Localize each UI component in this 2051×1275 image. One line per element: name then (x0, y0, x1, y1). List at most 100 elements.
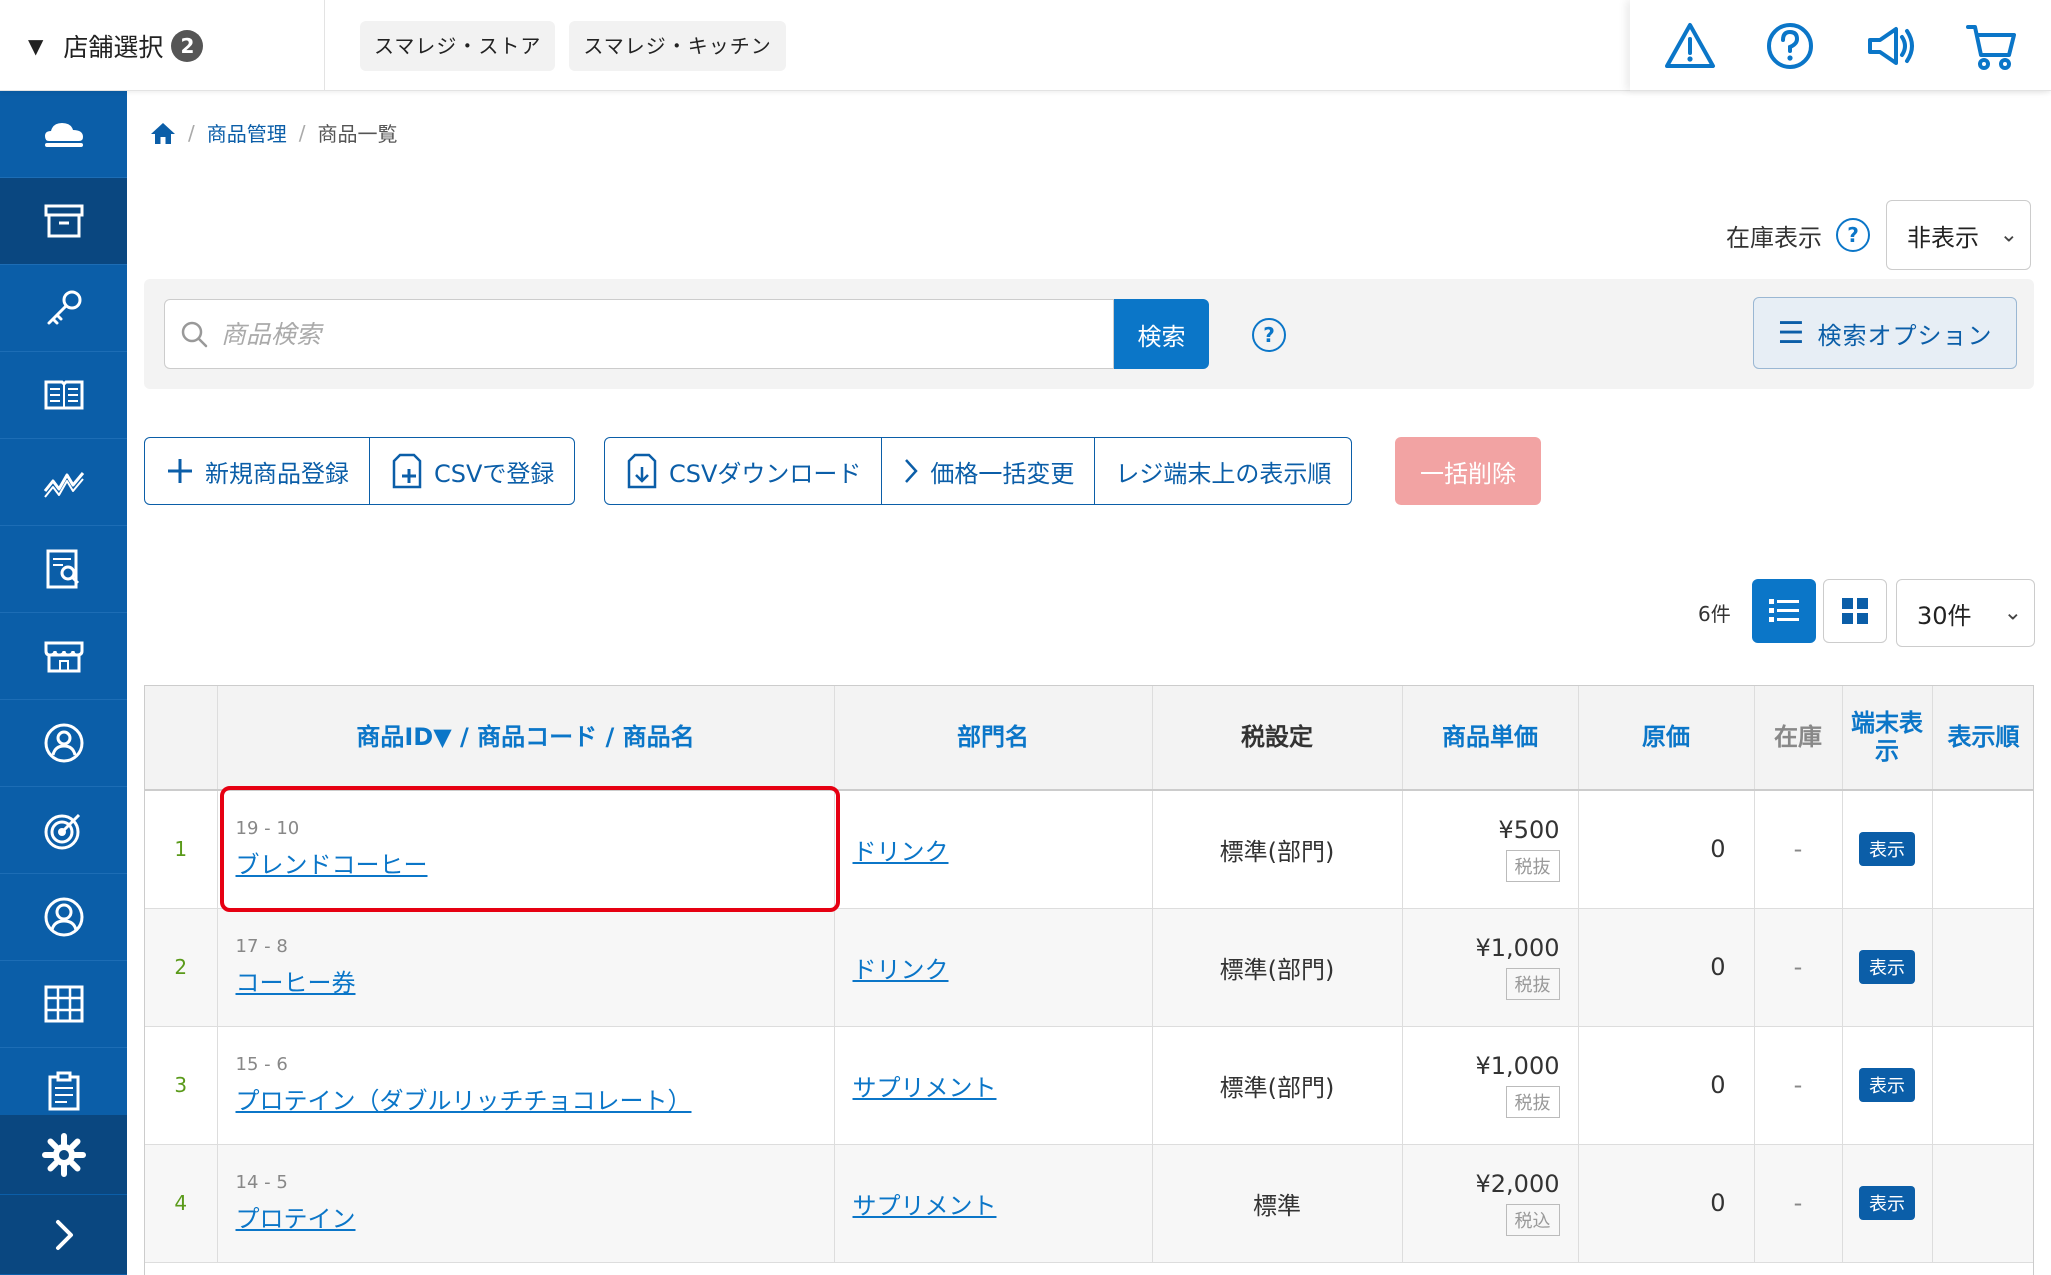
store-tab-kitchen[interactable]: スマレジ・キッチン (569, 21, 786, 71)
sidebar-item-staff[interactable] (0, 700, 127, 787)
sidebar-item-key[interactable] (0, 265, 127, 352)
sidebar-item-cloud[interactable] (0, 91, 127, 178)
cost-value: 0 (1578, 1144, 1755, 1263)
row-number: 3 (145, 1026, 218, 1145)
page-size-value: 30件 (1917, 601, 1972, 630)
header-order[interactable]: 表示順 (1932, 686, 2033, 791)
sidebar-item-report[interactable] (0, 526, 127, 613)
list-view-button[interactable] (1752, 579, 1816, 643)
sidebar-item-customer[interactable] (0, 874, 127, 961)
department-link[interactable]: サプリメント (853, 1192, 997, 1220)
terminal-cell: 表示 (1842, 908, 1933, 1027)
grid-view-icon (1842, 598, 1868, 624)
stock-value: - (1754, 1144, 1843, 1263)
sidebar-item-apps[interactable] (0, 961, 127, 1048)
terminal-display-badge[interactable]: 表示 (1859, 1186, 1915, 1220)
bulk-delete-button[interactable]: 一括削除 (1395, 437, 1541, 505)
gear-icon (41, 1132, 86, 1177)
tax-type-badge: 税抜 (1505, 968, 1560, 1000)
header-cost[interactable]: 原価 (1578, 686, 1755, 791)
search-panel: 検索 ? ☰ 検索オプション (144, 279, 2034, 389)
header-department[interactable]: 部門名 (834, 686, 1153, 791)
top-bar: ▼ 店舗選択 2 スマレジ・ストア スマレジ・キッチン (0, 0, 2051, 91)
department-link[interactable]: サプリメント (853, 1074, 997, 1102)
plus-icon (165, 456, 195, 486)
store-tabs: スマレジ・ストア スマレジ・キッチン (360, 21, 786, 71)
sidebar-item-target[interactable] (0, 787, 127, 874)
warning-icon[interactable] (1663, 19, 1717, 73)
search-input[interactable] (221, 319, 1081, 349)
cart-icon[interactable] (1964, 19, 2018, 73)
terminal-display-badge[interactable]: 表示 (1859, 950, 1915, 984)
sidebar-expand-button[interactable] (0, 1195, 127, 1275)
tax-setting: 標準(部門) (1152, 908, 1403, 1027)
cost-value: 0 (1578, 908, 1755, 1027)
product-name-link[interactable]: ブレンドコーヒー (236, 851, 428, 879)
top-icons (1630, 0, 2051, 91)
product-ids: 14 - 5 (235, 1172, 288, 1193)
store-icon (44, 641, 83, 673)
header-terminal[interactable]: 端末表示 (1842, 686, 1933, 791)
search-options-label: 検索オプション (1817, 321, 1993, 350)
order-cell (1932, 790, 2033, 909)
sidebar-item-products[interactable] (0, 178, 127, 265)
tax-setting: 標準 (1152, 1144, 1403, 1263)
help-icon[interactable] (1763, 19, 1817, 73)
caret-down-icon: ▼ (28, 33, 44, 58)
header-tax: 税設定 (1152, 686, 1403, 791)
search-help-icon[interactable]: ? (1252, 318, 1286, 352)
product-name-link[interactable]: コーヒー券 (236, 969, 356, 997)
cost-value: 0 (1578, 1026, 1755, 1145)
sidebar-item-settings[interactable] (0, 1115, 127, 1195)
sidebar-bottom (0, 1115, 127, 1275)
tax-type-badge: 税込 (1505, 1204, 1560, 1236)
department-link[interactable]: ドリンク (853, 956, 949, 984)
sidebar-item-analytics[interactable] (0, 439, 127, 526)
header-product[interactable]: 商品ID▼ / 商品コード / 商品名 (217, 686, 835, 791)
new-product-button[interactable]: 新規商品登録 (145, 438, 370, 504)
stock-display-select[interactable]: 非表示 ⌄ (1886, 200, 2031, 270)
sidebar-item-book[interactable] (0, 352, 127, 439)
product-name-link[interactable]: プロテイン (236, 1205, 356, 1233)
order-cell (1932, 1144, 2033, 1263)
price-value: ¥500 (1498, 816, 1560, 845)
store-tab-store[interactable]: スマレジ・ストア (360, 21, 556, 71)
product-cell: 17 - 8 コーヒー券 (217, 908, 835, 1027)
grid-view-button[interactable] (1823, 579, 1887, 643)
grid-icon (44, 985, 83, 1023)
home-icon[interactable] (150, 121, 176, 145)
search-button[interactable]: 検索 (1114, 299, 1209, 369)
chevron-right-icon (55, 1219, 73, 1250)
breadcrumb-product-management[interactable]: 商品管理 (207, 118, 287, 147)
chart-line-icon (43, 472, 84, 498)
page-size-select[interactable]: 30件 ⌄ (1896, 579, 2035, 647)
sidebar-item-store[interactable] (0, 613, 127, 700)
tax-type-badge: 税抜 (1505, 850, 1560, 883)
stock-help-icon[interactable]: ? (1836, 218, 1870, 252)
csv-download-button[interactable]: CSVダウンロード (605, 438, 883, 504)
bulk-price-button[interactable]: 価格一括変更 (882, 438, 1096, 504)
table-row: 4 14 - 5 プロテイン サプリメント 標準 ¥2,000 税込 0 - 表示 (145, 1144, 2033, 1263)
price-value: ¥1,000 (1475, 934, 1560, 962)
product-name-link[interactable]: プロテイン（ダブルリッチチョコレート） (236, 1087, 692, 1115)
csv-download-label: CSVダウンロード (669, 459, 862, 488)
search-options-button[interactable]: ☰ 検索オプション (1753, 297, 2017, 369)
price-cell: ¥1,000 税抜 (1402, 908, 1579, 1027)
terminal-display-badge[interactable]: 表示 (1859, 1068, 1915, 1102)
chevron-down-icon: ⌄ (1999, 222, 2018, 248)
cost-value: 0 (1578, 790, 1755, 909)
product-ids: 17 - 8 (235, 936, 288, 957)
csv-register-button[interactable]: CSVで登録 (370, 438, 574, 504)
price-cell: ¥2,000 税込 (1402, 1144, 1579, 1263)
header-price[interactable]: 商品単価 (1402, 686, 1579, 791)
department-link[interactable]: ドリンク (853, 838, 949, 866)
megaphone-icon[interactable] (1864, 19, 1918, 73)
register-order-button[interactable]: レジ端末上の表示順 (1095, 438, 1351, 504)
header-stock: 在庫 (1754, 686, 1843, 791)
stock-value: - (1754, 790, 1843, 909)
new-product-label: 新規商品登録 (205, 459, 349, 488)
store-select-dropdown[interactable]: ▼ 店舗選択 2 (0, 0, 325, 91)
chevron-right-icon (902, 456, 920, 486)
price-cell: ¥1,000 税抜 (1402, 1026, 1579, 1145)
terminal-display-badge[interactable]: 表示 (1859, 832, 1915, 867)
